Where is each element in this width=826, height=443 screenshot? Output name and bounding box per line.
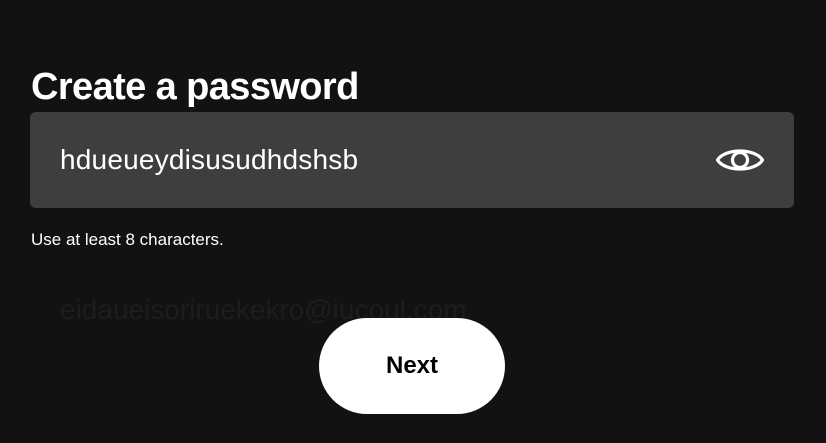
password-field[interactable] bbox=[30, 112, 794, 208]
eye-icon[interactable] bbox=[714, 140, 766, 180]
next-button[interactable]: Next bbox=[319, 318, 505, 414]
page-title: Create a password bbox=[31, 66, 359, 108]
password-input[interactable] bbox=[60, 140, 702, 180]
password-helper-text: Use at least 8 characters. bbox=[31, 230, 224, 249]
